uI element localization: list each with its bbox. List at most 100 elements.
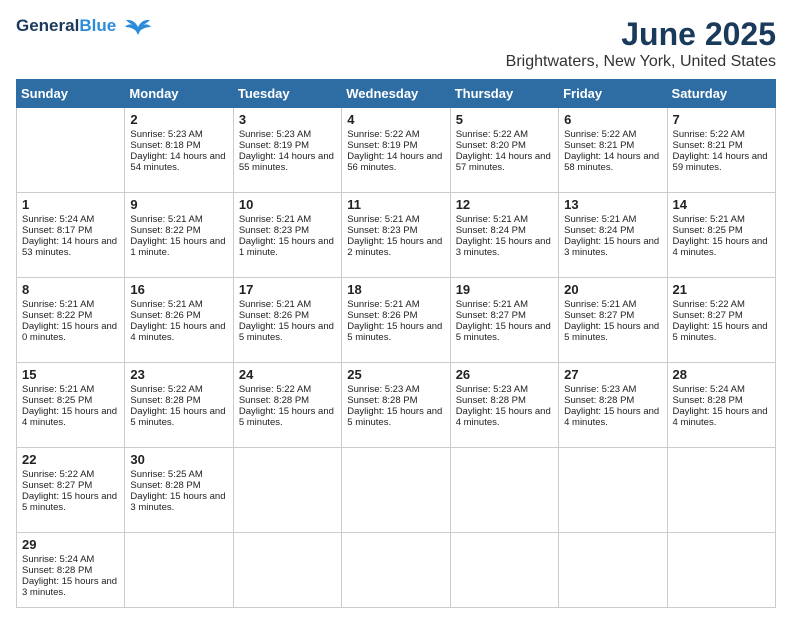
sunset-text: Sunset: 8:22 PM (130, 225, 200, 236)
calendar-cell: 21 Sunrise: 5:22 AMSunset: 8:27 PMDayligh… (667, 278, 775, 363)
day-number: 26 (456, 367, 553, 382)
sunset-text: Sunset: 8:21 PM (673, 140, 743, 151)
calendar-cell: 22Sunrise: 5:22 AMSunset: 8:27 PMDayligh… (17, 448, 125, 533)
day-number: 22 (22, 452, 119, 467)
calendar-cell: 13Sunrise: 5:21 AMSunset: 8:24 PMDayligh… (559, 193, 667, 278)
daylight-text: Daylight: 14 hours and 57 minutes. (456, 151, 551, 173)
day-number: 21 (673, 282, 770, 297)
sunset-text: Sunset: 8:27 PM (564, 310, 634, 321)
calendar-cell: 10 Sunrise: 5:21 AMSunset: 8:23 PMDayligh… (233, 193, 341, 278)
daylight-text: Daylight: 15 hours and 5 minutes. (564, 321, 659, 343)
calendar-cell: 8Sunrise: 5:21 AMSunset: 8:22 PMDaylight… (17, 278, 125, 363)
sunset-text: Sunset: 8:28 PM (130, 480, 200, 491)
calendar-cell: 30Sunrise: 5:25 AMSunset: 8:28 PMDayligh… (125, 448, 233, 533)
sunrise-text: Sunrise: 5:21 AM (239, 299, 311, 310)
calendar-cell (667, 448, 775, 533)
day-number: 16 (130, 282, 227, 297)
sunrise-text: Sunrise: 5:21 AM (456, 214, 528, 225)
daylight-text: Daylight: 15 hours and 4 minutes. (456, 406, 551, 428)
calendar-week-row: 29Sunrise: 5:24 AMSunset: 8:28 PMDayligh… (17, 533, 776, 608)
day-number: 13 (564, 197, 661, 212)
calendar-cell: 23Sunrise: 5:22 AMSunset: 8:28 PMDayligh… (125, 363, 233, 448)
daylight-text: Daylight: 15 hours and 4 minutes. (564, 406, 659, 428)
sunset-text: Sunset: 8:26 PM (347, 310, 417, 321)
calendar-cell: 3Sunrise: 5:23 AMSunset: 8:19 PMDaylight… (233, 108, 341, 193)
sunset-text: Sunset: 8:24 PM (564, 225, 634, 236)
calendar-cell (559, 533, 667, 608)
day-number: 10 (239, 197, 336, 212)
sunrise-text: Sunrise: 5:23 AM (456, 384, 528, 395)
daylight-text: Daylight: 15 hours and 5 minutes. (347, 321, 442, 343)
sunrise-text: Sunrise: 5:24 AM (22, 554, 94, 565)
title-section: June 2025 Brightwaters, New York, United… (506, 16, 776, 71)
calendar-subtitle: Brightwaters, New York, United States (506, 53, 776, 71)
daylight-text: Daylight: 15 hours and 1 minute. (239, 236, 334, 258)
calendar-cell: 24Sunrise: 5:22 AMSunset: 8:28 PMDayligh… (233, 363, 341, 448)
page-header: GeneralBlue June 2025 Brightwaters, New … (16, 16, 776, 71)
calendar-table: SundayMondayTuesdayWednesdayThursdayFrid… (16, 79, 776, 608)
calendar-week-row: 1Sunrise: 5:24 AMSunset: 8:17 PMDaylight… (17, 193, 776, 278)
daylight-text: Daylight: 14 hours and 56 minutes. (347, 151, 442, 173)
sunrise-text: Sunrise: 5:22 AM (673, 299, 745, 310)
daylight-text: Daylight: 14 hours and 55 minutes. (239, 151, 334, 173)
calendar-cell: 28Sunrise: 5:24 AMSunset: 8:28 PMDayligh… (667, 363, 775, 448)
day-number: 25 (347, 367, 444, 382)
day-number: 14 (673, 197, 770, 212)
day-number: 4 (347, 112, 444, 127)
calendar-week-row: 15Sunrise: 5:21 AMSunset: 8:25 PMDayligh… (17, 363, 776, 448)
daylight-text: Daylight: 15 hours and 5 minutes. (22, 491, 117, 513)
day-number: 15 (22, 367, 119, 382)
daylight-text: Daylight: 14 hours and 54 minutes. (130, 151, 225, 173)
sunrise-text: Sunrise: 5:21 AM (239, 214, 311, 225)
sunrise-text: Sunrise: 5:22 AM (22, 469, 94, 480)
calendar-cell: 4Sunrise: 5:22 AMSunset: 8:19 PMDaylight… (342, 108, 450, 193)
day-number: 8 (22, 282, 119, 297)
day-number: 7 (673, 112, 770, 127)
calendar-cell: 7Sunrise: 5:22 AMSunset: 8:21 PMDaylight… (667, 108, 775, 193)
sunset-text: Sunset: 8:26 PM (239, 310, 309, 321)
day-header-wednesday: Wednesday (342, 80, 450, 108)
sunrise-text: Sunrise: 5:21 AM (347, 214, 419, 225)
sunrise-text: Sunrise: 5:24 AM (22, 214, 94, 225)
calendar-cell (667, 533, 775, 608)
daylight-text: Daylight: 15 hours and 5 minutes. (673, 321, 768, 343)
day-number: 11 (347, 197, 444, 212)
sunset-text: Sunset: 8:28 PM (673, 395, 743, 406)
daylight-text: Daylight: 15 hours and 5 minutes. (239, 406, 334, 428)
sunrise-text: Sunrise: 5:25 AM (130, 469, 202, 480)
day-number: 27 (564, 367, 661, 382)
day-number: 3 (239, 112, 336, 127)
day-number: 23 (130, 367, 227, 382)
calendar-cell (17, 108, 125, 193)
sunrise-text: Sunrise: 5:21 AM (564, 299, 636, 310)
sunrise-text: Sunrise: 5:21 AM (673, 214, 745, 225)
calendar-cell (342, 533, 450, 608)
sunrise-text: Sunrise: 5:22 AM (130, 384, 202, 395)
daylight-text: Daylight: 14 hours and 53 minutes. (22, 236, 117, 258)
day-number: 28 (673, 367, 770, 382)
calendar-cell (233, 533, 341, 608)
sunrise-text: Sunrise: 5:23 AM (239, 129, 311, 140)
day-number: 20 (564, 282, 661, 297)
sunset-text: Sunset: 8:19 PM (347, 140, 417, 151)
day-number: 24 (239, 367, 336, 382)
sunrise-text: Sunrise: 5:22 AM (456, 129, 528, 140)
calendar-cell: 20 Sunrise: 5:21 AMSunset: 8:27 PMDayligh… (559, 278, 667, 363)
daylight-text: Daylight: 15 hours and 1 minute. (130, 236, 225, 258)
calendar-cell (125, 533, 233, 608)
day-number: 2 (130, 112, 227, 127)
day-header-tuesday: Tuesday (233, 80, 341, 108)
calendar-cell: 19Sunrise: 5:21 AMSunset: 8:27 PMDayligh… (450, 278, 558, 363)
sunset-text: Sunset: 8:25 PM (22, 395, 92, 406)
sunrise-text: Sunrise: 5:23 AM (347, 384, 419, 395)
sunset-text: Sunset: 8:27 PM (673, 310, 743, 321)
sunrise-text: Sunrise: 5:23 AM (564, 384, 636, 395)
day-number: 1 (22, 197, 119, 212)
calendar-cell (559, 448, 667, 533)
calendar-cell: 14Sunrise: 5:21 AMSunset: 8:25 PMDayligh… (667, 193, 775, 278)
sunrise-text: Sunrise: 5:23 AM (130, 129, 202, 140)
sunrise-text: Sunrise: 5:22 AM (564, 129, 636, 140)
sunset-text: Sunset: 8:28 PM (564, 395, 634, 406)
sunset-text: Sunset: 8:23 PM (239, 225, 309, 236)
calendar-cell: 29Sunrise: 5:24 AMSunset: 8:28 PMDayligh… (17, 533, 125, 608)
